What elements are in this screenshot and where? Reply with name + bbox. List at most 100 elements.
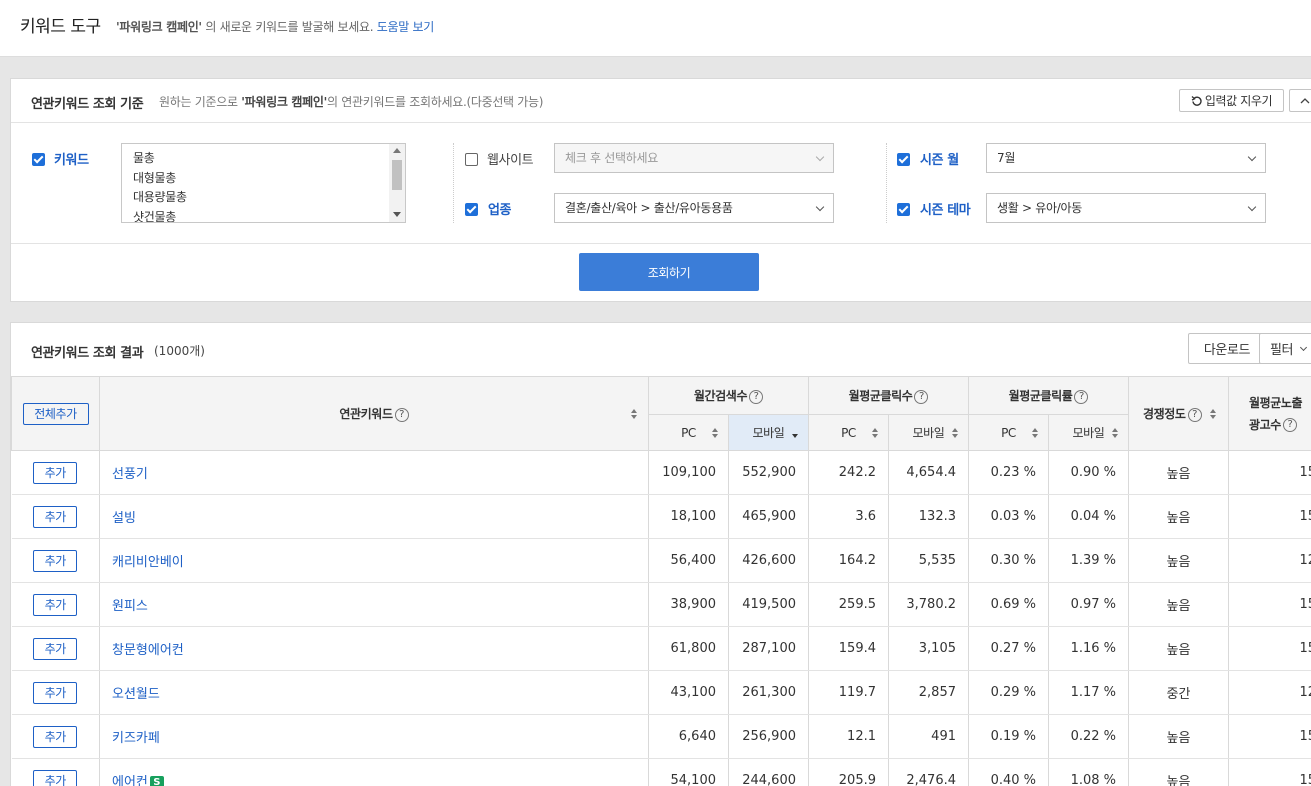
scroll-up-icon[interactable] bbox=[393, 148, 401, 153]
mobile-clicks-header[interactable]: 모바일 bbox=[888, 414, 969, 451]
sort-icon[interactable] bbox=[631, 408, 637, 420]
competition-cell: 높음 bbox=[1128, 626, 1229, 671]
ads-cell: 12 bbox=[1228, 538, 1311, 583]
sort-icon[interactable] bbox=[872, 427, 878, 439]
keyword-checkbox[interactable] bbox=[32, 153, 45, 166]
mobile-search-cell: 552,900 bbox=[728, 450, 809, 495]
criteria-title: 연관키워드 조회 기준 bbox=[31, 97, 144, 112]
help-icon[interactable]: ? bbox=[394, 407, 409, 422]
collapse-button[interactable] bbox=[1289, 89, 1311, 112]
pc-clicks-cell: 164.2 bbox=[808, 538, 889, 583]
keyword-cell[interactable]: 창문형에어컨 bbox=[99, 626, 649, 671]
reset-label: 입력값 지우기 bbox=[1204, 94, 1273, 108]
add-button[interactable]: 추가 bbox=[33, 725, 78, 748]
ads-cell: 15 bbox=[1228, 626, 1311, 671]
chevron-down-icon bbox=[815, 152, 825, 162]
page-title: 키워드 도구 bbox=[20, 17, 101, 37]
season-month-checkbox[interactable] bbox=[897, 153, 910, 166]
pc-search-header[interactable]: PC bbox=[648, 414, 729, 451]
sort-icon[interactable] bbox=[1112, 427, 1118, 439]
add-button[interactable]: 추가 bbox=[33, 505, 78, 528]
avg-ads-header[interactable]: 월평균노출 광고수? bbox=[1228, 376, 1311, 451]
scroll-thumb[interactable] bbox=[392, 160, 402, 190]
sort-icon[interactable] bbox=[952, 427, 958, 439]
sort-icon[interactable] bbox=[712, 427, 718, 439]
help-icon[interactable]: ? bbox=[1187, 407, 1202, 422]
keyword-cell[interactable]: 설빙 bbox=[99, 494, 649, 539]
table-row: 추가 에어컨 S 54,100 244,600 205.9 2,476.4 0.40 % 1.0… bbox=[11, 758, 1311, 786]
help-icon[interactable]: ? bbox=[1074, 389, 1089, 404]
mobile-clicks-cell: 2,857 bbox=[888, 670, 969, 715]
keyword-line: 샷건물총 bbox=[133, 209, 176, 223]
sub-suffix: 의 연관키워드를 조회하세요.(다중선택 가능) bbox=[327, 95, 544, 109]
pc-ctr-cell: 0.23 % bbox=[968, 450, 1049, 495]
criteria-subtitle: 원하는 기준으로 '파워링크 캠페인'의 연관키워드를 조회하세요.(다중선택 … bbox=[159, 93, 543, 110]
ads-cell: 15 bbox=[1228, 758, 1311, 786]
sort-icon[interactable] bbox=[1210, 408, 1216, 420]
mobile-label: 모바일 bbox=[752, 426, 785, 440]
help-link[interactable]: 도움말 보기 bbox=[377, 20, 435, 34]
mobile-clicks-cell: 4,654.4 bbox=[888, 450, 969, 495]
table-row: 추가 오션월드 43,100 261,300 119.7 2,857 0.29 % 1.17 … bbox=[11, 670, 1311, 715]
pc-ctr-cell: 0.29 % bbox=[968, 670, 1049, 715]
add-button[interactable]: 추가 bbox=[33, 461, 78, 484]
sort-icon[interactable] bbox=[1032, 427, 1038, 439]
mobile-label: 모바일 bbox=[912, 426, 945, 440]
results-title: 연관키워드 조회 결과 bbox=[31, 346, 144, 361]
website-checkbox[interactable] bbox=[465, 153, 478, 166]
search-button[interactable]: 조회하기 bbox=[579, 253, 759, 291]
download-button[interactable]: 다운로드 bbox=[1188, 333, 1266, 364]
add-cell: 추가 bbox=[11, 626, 100, 671]
mobile-search-cell: 287,100 bbox=[728, 626, 809, 671]
mobile-search-header[interactable]: 모바일 bbox=[728, 414, 809, 451]
keyword-cell[interactable]: 캐리비안베이 bbox=[99, 538, 649, 583]
add-button[interactable]: 추가 bbox=[33, 593, 78, 616]
season-theme-select[interactable]: 생활 > 유아/아동 bbox=[986, 193, 1266, 223]
pc-search-cell: 56,400 bbox=[648, 538, 729, 583]
results-panel: 연관키워드 조회 결과 (1000개) 다운로드 필터 전체추가 연관키워드? … bbox=[10, 322, 1311, 786]
pc-label: PC bbox=[841, 425, 856, 440]
pc-clicks-cell: 3.6 bbox=[808, 494, 889, 539]
keyword-cell[interactable]: 에어컨 S bbox=[99, 758, 649, 786]
season-theme-checkbox[interactable] bbox=[897, 203, 910, 216]
keyword-cell[interactable]: 오션월드 bbox=[99, 670, 649, 715]
keyword-cell[interactable]: 선풍기 bbox=[99, 450, 649, 495]
industry-select[interactable]: 결혼/출산/육아 > 출산/유아동용품 bbox=[554, 193, 834, 223]
add-button[interactable]: 추가 bbox=[33, 549, 78, 572]
table-row: 추가 키즈카페 6,640 256,900 12.1 491 0.19 % 0.22 % 높음 1… bbox=[11, 714, 1311, 759]
avg-clicks-label: 월평균클릭수 bbox=[848, 389, 913, 403]
mobile-ctr-cell: 0.90 % bbox=[1048, 450, 1129, 495]
add-all-header: 전체추가 bbox=[11, 376, 100, 451]
industry-checkbox[interactable] bbox=[465, 203, 478, 216]
keyword-scrollbar[interactable] bbox=[389, 144, 405, 222]
keyword-cell[interactable]: 원피스 bbox=[99, 582, 649, 627]
competition-header[interactable]: 경쟁정도? bbox=[1128, 376, 1229, 451]
pc-clicks-header[interactable]: PC bbox=[808, 414, 889, 451]
season-month-select[interactable]: 7월 bbox=[986, 143, 1266, 173]
add-button[interactable]: 추가 bbox=[33, 769, 78, 786]
reset-button[interactable]: 입력값 지우기 bbox=[1179, 89, 1284, 112]
help-icon[interactable]: ? bbox=[914, 389, 929, 404]
add-all-button[interactable]: 전체추가 bbox=[22, 402, 89, 425]
help-icon[interactable]: ? bbox=[749, 389, 764, 404]
keyword-column-header[interactable]: 연관키워드? bbox=[99, 376, 649, 451]
keyword-textarea[interactable]: 물총 대형물총 대용량물총 샷건물총 bbox=[121, 143, 406, 223]
sort-desc-icon[interactable] bbox=[792, 428, 798, 439]
chevron-down-icon bbox=[1247, 202, 1257, 212]
scroll-down-icon[interactable] bbox=[393, 212, 401, 217]
competition-cell: 높음 bbox=[1128, 538, 1229, 583]
mobile-ctr-header[interactable]: 모바일 bbox=[1048, 414, 1129, 451]
add-button[interactable]: 추가 bbox=[33, 681, 78, 704]
filter-button[interactable]: 필터 bbox=[1259, 333, 1311, 364]
website-select[interactable]: 체크 후 선택하세요 bbox=[554, 143, 834, 173]
help-icon[interactable]: ? bbox=[1282, 418, 1297, 432]
pc-ctr-header[interactable]: PC bbox=[968, 414, 1049, 451]
table-row: 추가 캐리비안베이 56,400 426,600 164.2 5,535 0.30 % 1.3… bbox=[11, 538, 1311, 583]
mobile-clicks-cell: 3,105 bbox=[888, 626, 969, 671]
pc-ctr-cell: 0.03 % bbox=[968, 494, 1049, 539]
pc-search-cell: 6,640 bbox=[648, 714, 729, 759]
keyword-cell[interactable]: 키즈카페 bbox=[99, 714, 649, 759]
add-cell: 추가 bbox=[11, 538, 100, 583]
monthly-search-label: 월간검색수 bbox=[693, 389, 748, 403]
add-button[interactable]: 추가 bbox=[33, 637, 78, 660]
